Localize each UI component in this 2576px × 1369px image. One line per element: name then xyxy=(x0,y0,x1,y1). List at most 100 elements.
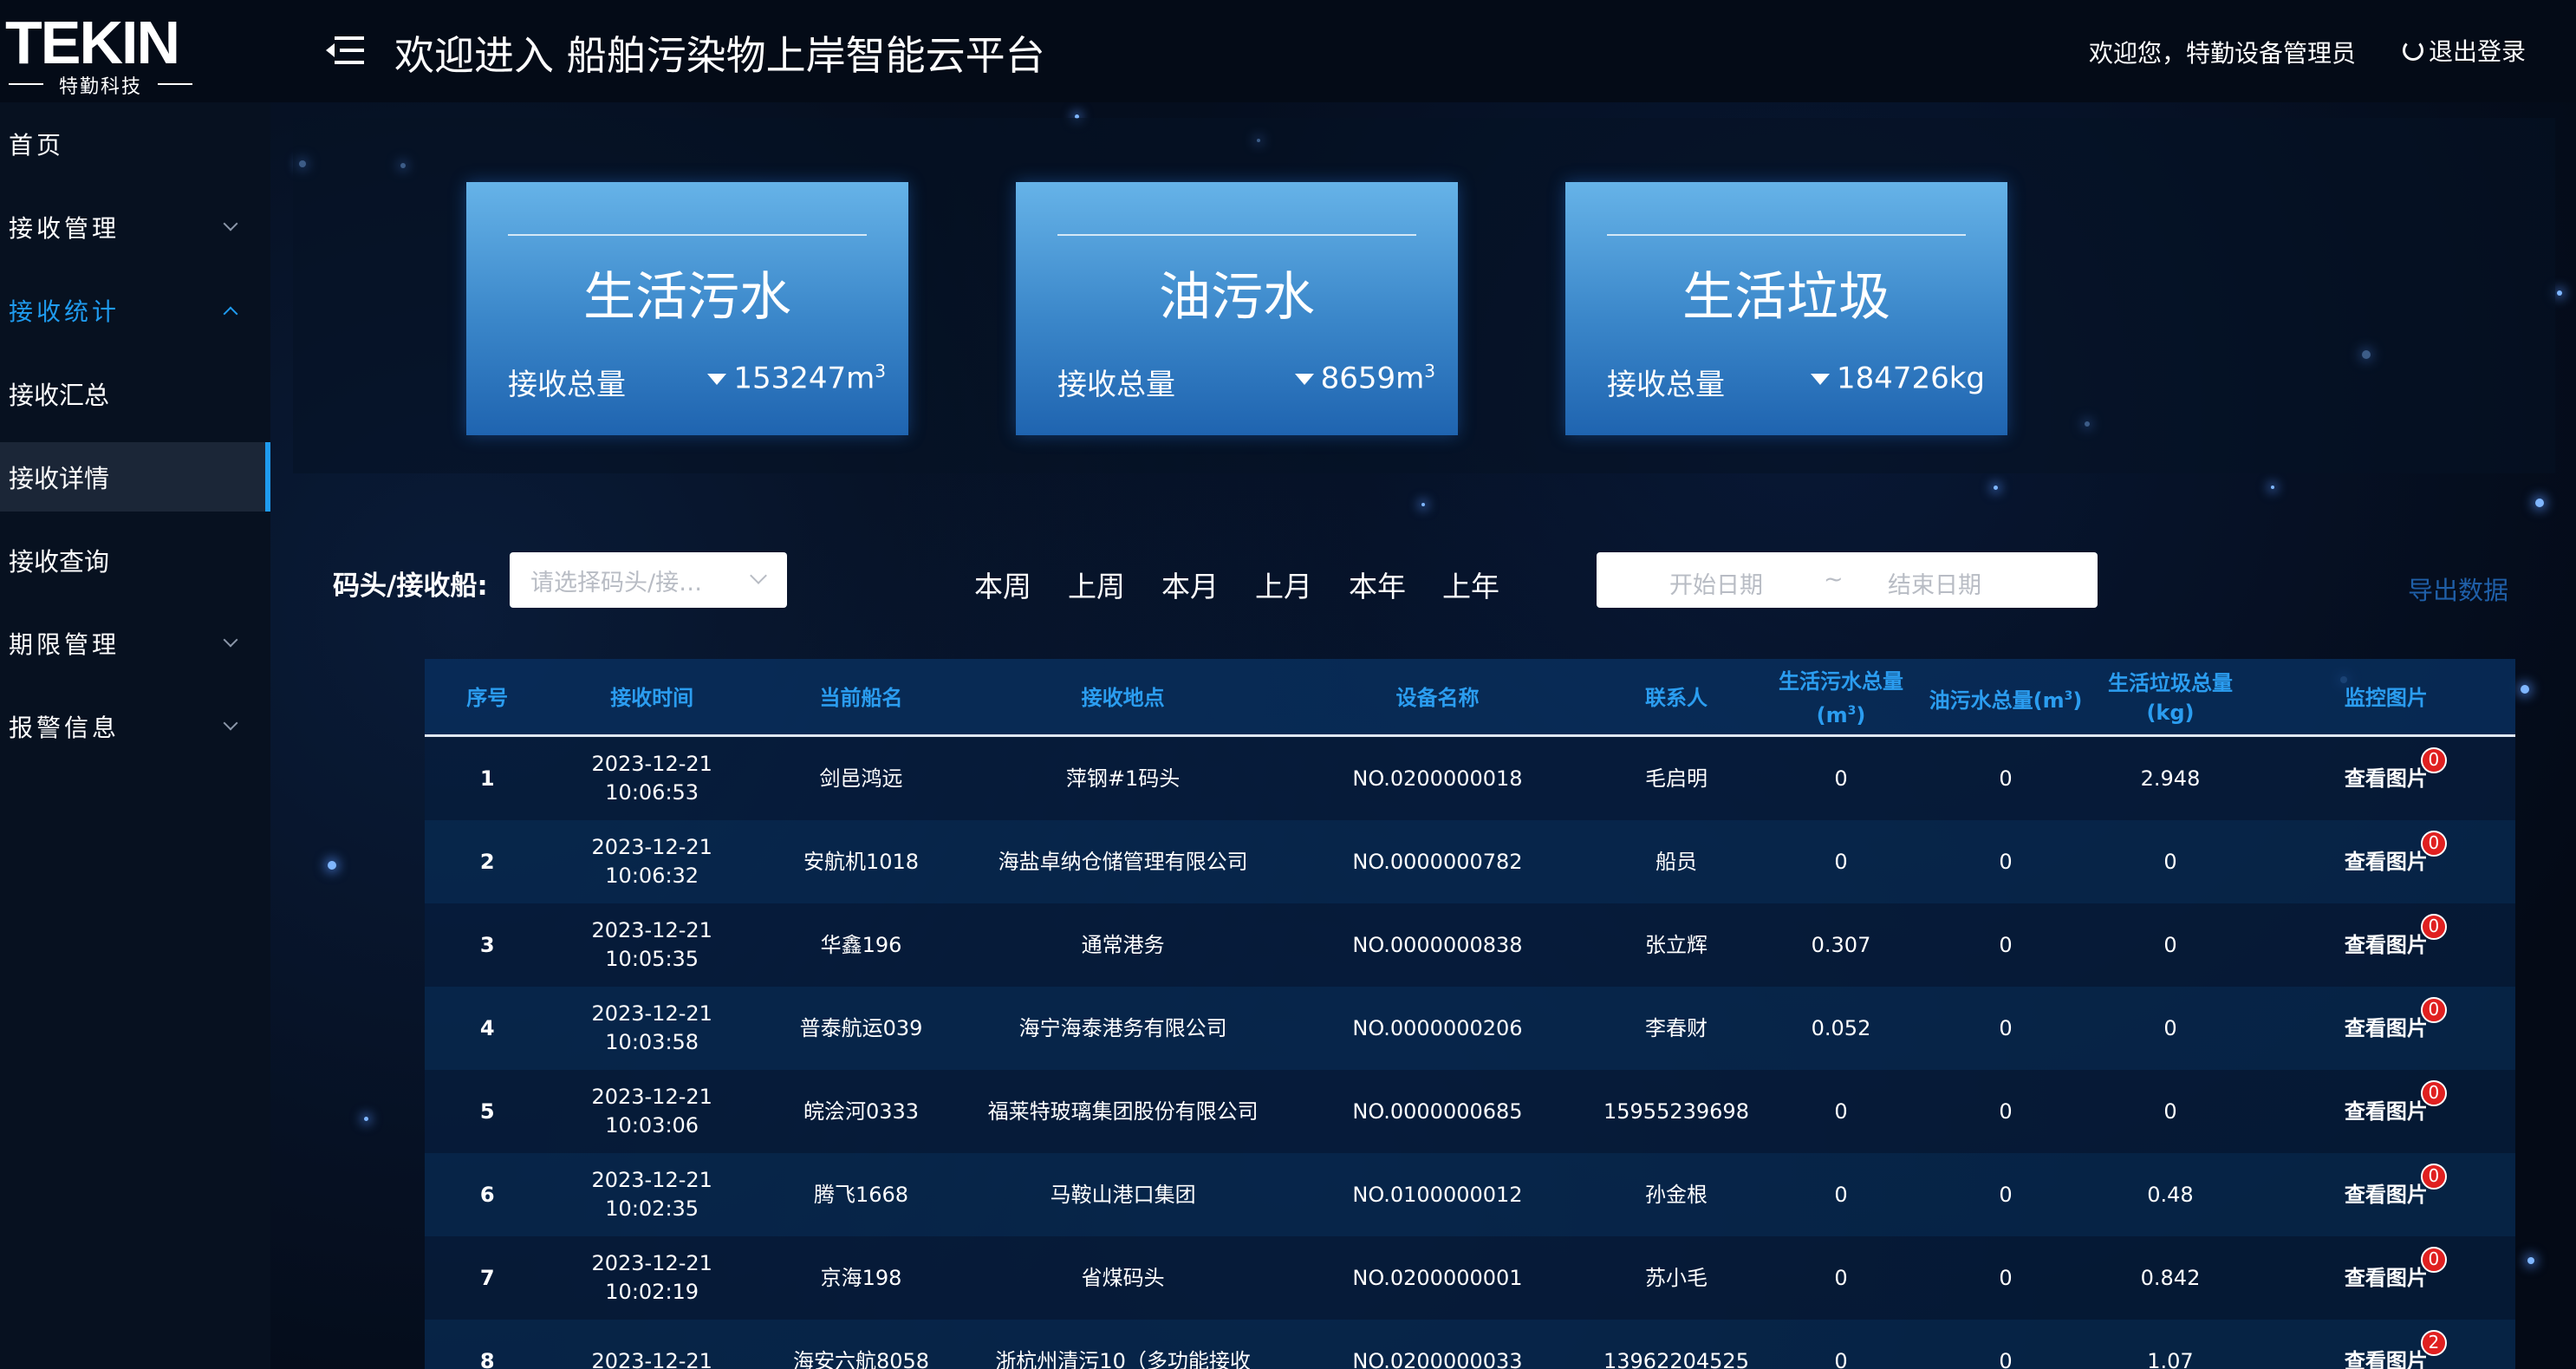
table-row: 7 2023-12-21 10:02:19 京海198 省煤码头 NO.020000000… xyxy=(425,1236,2515,1320)
sidebar-item-receive-statistics[interactable]: 接收统计 xyxy=(0,276,270,345)
card-title: 油污水 xyxy=(1159,267,1315,328)
card-divider xyxy=(508,234,867,236)
cell-date: 2023-12-21 xyxy=(591,752,712,776)
dock-filter-label: 码头/接收船: xyxy=(333,570,488,602)
dock-select[interactable]: 请选择码头/接… xyxy=(510,552,787,608)
card-title: 生活垃圾 xyxy=(1682,267,1890,328)
cell-no: 7 xyxy=(479,1265,495,1290)
cell-no: 3 xyxy=(479,932,495,957)
view-images-button[interactable]: 查看图片 0 xyxy=(2344,830,2447,877)
col-header-no: 序号 xyxy=(466,686,509,710)
end-date-input[interactable]: 结束日期 xyxy=(1888,566,1981,600)
cell-time: 2023-12-21 10:03:58 xyxy=(550,987,754,1070)
view-images-button[interactable]: 查看图片 0 xyxy=(2345,1246,2447,1293)
view-images-button[interactable]: 查看图片 0 xyxy=(2345,996,2447,1043)
card-divider xyxy=(1607,234,1966,236)
view-images-button[interactable]: 查看图片 0 xyxy=(2345,1163,2447,1209)
cell-no: 4 xyxy=(479,1015,495,1040)
period-last-week[interactable]: 上周 xyxy=(1068,564,1125,605)
card-divider xyxy=(1057,234,1416,236)
caret-down-icon xyxy=(707,374,727,386)
logout-button[interactable]: 退出登录 xyxy=(2403,33,2526,68)
star-dot xyxy=(328,861,336,870)
period-last-month[interactable]: 上月 xyxy=(1255,564,1312,605)
cell-time: 2023-12-21 xyxy=(550,1320,754,1369)
view-images-button[interactable]: 查看图片 0 xyxy=(2344,746,2447,793)
star-dot xyxy=(2521,685,2529,694)
view-images-label: 查看图片 xyxy=(2344,932,2428,957)
cell-garbage: 1.07 xyxy=(2147,1348,2194,1369)
view-images-button[interactable]: 查看图片 0 xyxy=(2345,1079,2447,1126)
power-icon xyxy=(2403,40,2423,61)
star-dot xyxy=(2271,486,2274,489)
sidebar-item-label: 报警信息 xyxy=(9,714,120,742)
start-date-input[interactable]: 开始日期 xyxy=(1669,566,1763,600)
table-row: 4 2023-12-21 10:03:58 普泰航运039 海宁海泰港务有限公司 NO.0… xyxy=(425,987,2515,1070)
cell-time: 2023-12-21 10:03:06 xyxy=(550,1070,754,1153)
star-dot xyxy=(364,1117,368,1121)
period-this-week[interactable]: 本周 xyxy=(974,564,1031,605)
star-dot xyxy=(1421,503,1425,506)
period-last-year[interactable]: 上年 xyxy=(1442,564,1499,605)
cell-pics: 查看图片 0 xyxy=(2256,820,2516,903)
view-images-button[interactable]: 查看图片 2 xyxy=(2345,1329,2447,1369)
star-dot xyxy=(1994,486,1998,490)
cell-date: 2023-12-21 xyxy=(591,918,712,942)
image-count-badge: 2 xyxy=(2420,1329,2447,1356)
view-images-label: 查看图片 xyxy=(2344,849,2428,874)
card-domestic-sewage: 生活污水 接收总量 153247m3 xyxy=(466,182,908,435)
image-count-badge: 0 xyxy=(2420,746,2447,773)
cell-device: NO.0000000782 xyxy=(1352,849,1523,874)
table-row: 6 2023-12-21 10:02:35 腾飞1668 马鞍山港口集团 NO.01000… xyxy=(425,1153,2515,1236)
card-value-text: 8659m xyxy=(1320,361,1425,396)
view-images-button[interactable]: 查看图片 0 xyxy=(2344,913,2447,960)
cell-contact: 孙金根 xyxy=(1644,1182,1708,1207)
cell-contact: 苏小毛 xyxy=(1644,1265,1708,1290)
cell-no: 5 xyxy=(479,1098,495,1124)
menu-collapse-icon[interactable] xyxy=(326,35,364,66)
cell-oil: 0 xyxy=(1999,849,2013,874)
col-header-device: 设备名称 xyxy=(1395,686,1480,710)
sidebar-item-alarm-info[interactable]: 报警信息 xyxy=(0,692,270,761)
col-header-place: 接收地点 xyxy=(1081,686,1165,710)
image-count-badge: 0 xyxy=(2420,1246,2447,1273)
sidebar-item-label: 接收查询 xyxy=(9,547,110,577)
col-header-sewage-close: ) xyxy=(1856,702,1866,727)
view-images-label: 查看图片 xyxy=(2344,766,2428,791)
sidebar-item-receive-query[interactable]: 接收查询 xyxy=(0,525,270,595)
caret-down-icon xyxy=(1810,374,1830,386)
sidebar-item-home[interactable]: 首页 xyxy=(0,109,270,179)
cell-no: 1 xyxy=(479,766,495,791)
image-count-badge: 0 xyxy=(2420,996,2447,1023)
page-title: 欢迎进入 船舶污染物上岸智能云平台 xyxy=(394,32,1045,79)
date-range-picker[interactable]: 开始日期 ~ 结束日期 xyxy=(1597,552,2098,608)
sidebar-item-label: 首页 xyxy=(9,131,65,160)
sidebar-item-term-management[interactable]: 期限管理 xyxy=(0,609,270,678)
cell-time: 2023-12-21 10:06:53 xyxy=(550,737,754,820)
cell-pics: 查看图片 0 xyxy=(2256,737,2516,820)
col-header-ship: 当前船名 xyxy=(819,686,903,710)
sidebar-item-receive-summary[interactable]: 接收汇总 xyxy=(0,359,270,428)
table-row: 1 2023-12-21 10:06:53 剑邑鸿远 萍钢#1码头 NO.02000000… xyxy=(425,737,2515,820)
period-this-month[interactable]: 本月 xyxy=(1161,564,1219,605)
cell-ship: 华鑫196 xyxy=(820,932,902,957)
cell-place: 萍钢#1码头 xyxy=(1065,766,1181,791)
cell-date: 2023-12-21 xyxy=(591,1168,712,1192)
cell-garbage: 0 xyxy=(2163,1098,2177,1124)
sidebar-item-receive-management[interactable]: 接收管理 xyxy=(0,192,270,262)
table-row: 3 2023-12-21 10:05:35 华鑫196 通常港务 NO.000000083… xyxy=(425,903,2515,987)
image-count-badge: 0 xyxy=(2420,1079,2447,1106)
cell-date: 2023-12-21 xyxy=(591,1251,712,1275)
cell-contact: 15955239698 xyxy=(1603,1098,1749,1124)
export-data-button[interactable]: 导出数据 xyxy=(2408,570,2508,607)
table-body: 1 2023-12-21 10:06:53 剑邑鸿远 萍钢#1码头 NO.02000000… xyxy=(425,737,2515,1369)
period-this-year[interactable]: 本年 xyxy=(1349,564,1406,605)
sidebar-item-receive-details[interactable]: 接收详情 xyxy=(0,442,270,512)
col-header-garbage-label: 生活垃圾总量 xyxy=(2107,671,2233,695)
col-header-sewage-unit: (m xyxy=(1816,702,1848,727)
cell-sewage: 0 xyxy=(1834,849,1848,874)
cell-no: 6 xyxy=(479,1182,495,1207)
cell-clock: 10:05:35 xyxy=(605,947,699,971)
col-header-oil-label: 油污水总量(m xyxy=(1929,688,2065,713)
cell-oil: 0 xyxy=(1999,1015,2013,1040)
